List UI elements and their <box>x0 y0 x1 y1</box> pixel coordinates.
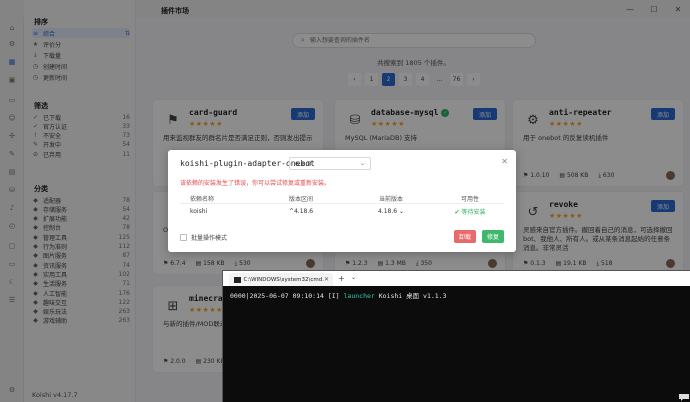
table-row: koishi ^4.18.6 4.18.6 ⌄ ✔ 等待安装 <box>180 204 504 218</box>
table-header: 依赖名称 版本区间 当前版本 可用性 <box>180 194 504 204</box>
dependency-dialog: koishi-plugin-adapter-onebot 6.8.0 ⌄ ✕ 该… <box>168 150 516 252</box>
chevron-down-icon[interactable]: ⌄ <box>351 274 356 281</box>
dep-current: 4.18.6 <box>377 207 398 215</box>
header-name: 依赖名称 <box>190 196 215 203</box>
chat-bubble-icon[interactable] <box>678 393 690 402</box>
batch-mode-label: 批量操作模式 <box>191 235 228 242</box>
new-tab-icon[interactable]: + <box>338 274 345 283</box>
chevron-down-icon: ⌄ <box>359 160 365 167</box>
dep-status: ✔ 等待安装 <box>454 208 486 216</box>
version-value: 6.8.0 <box>295 159 312 168</box>
version-select[interactable]: 6.8.0 ⌄ <box>289 157 371 170</box>
dependency-table: 依赖名称 版本区间 当前版本 可用性 koishi ^4.18.6 4.18.6… <box>180 194 504 218</box>
header-status: 可用性 <box>460 196 479 203</box>
dep-name: koishi <box>190 207 208 215</box>
log-line: 0000|2025-06-07 09:10:14 [I] launcher Ko… <box>230 292 447 300</box>
cmd-icon <box>234 276 241 283</box>
header-range: 版本区间 <box>288 196 313 203</box>
checkbox-icon <box>180 234 187 241</box>
terminal-tab[interactable]: C:\WINDOWS\system32\cmd. ✕ <box>229 273 333 286</box>
repair-button[interactable]: 修复 <box>482 230 504 243</box>
batch-mode-checkbox[interactable]: 批量操作模式 <box>180 233 227 242</box>
header-current: 当前版本 <box>378 196 403 203</box>
dialog-close-icon[interactable]: ✕ <box>501 157 508 166</box>
dialog-warning: 该依赖的安装发生了错误，你可以尝试修复或重新安装。 <box>180 180 331 187</box>
terminal-titlebar: C:\WINDOWS\system32\cmd. ✕ + ⌄ <box>223 271 690 286</box>
terminal-window: C:\WINDOWS\system32\cmd. ✕ + ⌄ 0000|2025… <box>222 270 690 402</box>
terminal-tab-title: C:\WINDOWS\system32\cmd. <box>243 276 324 283</box>
dep-current-select[interactable]: 4.18.6 ⌄ <box>346 208 436 215</box>
uninstall-button[interactable]: 卸载 <box>454 230 476 243</box>
dep-range: ^4.18.6 <box>288 207 314 215</box>
close-icon[interactable]: ✕ <box>324 276 329 283</box>
chevron-down-icon: ⌄ <box>398 207 405 215</box>
